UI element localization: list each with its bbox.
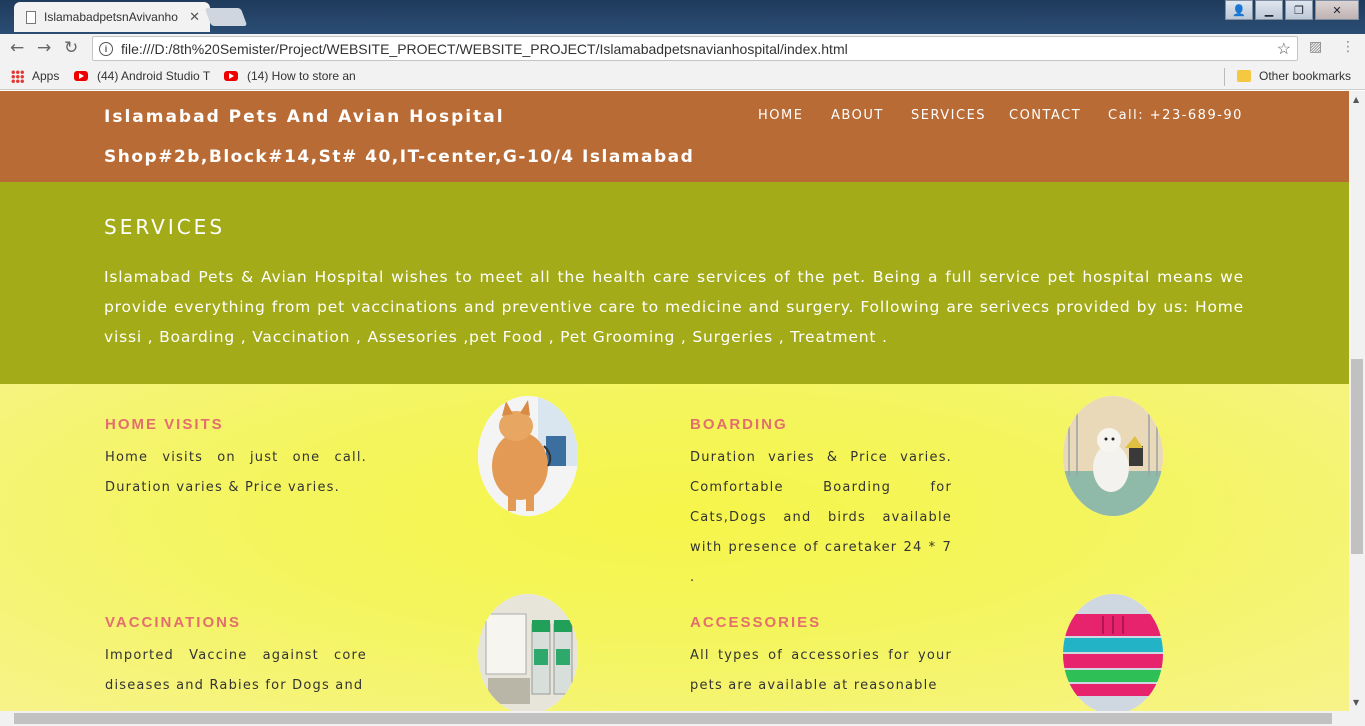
minimize-icon[interactable]: ▁: [1255, 0, 1283, 20]
services-description: Islamabad Pets & Avian Hospital wishes t…: [104, 268, 1244, 346]
pet-carriers-photo: [1063, 594, 1163, 711]
bookmark-label: Apps: [32, 69, 60, 83]
forward-arrow-icon[interactable]: →: [37, 38, 51, 58]
back-arrow-icon[interactable]: ←: [10, 38, 24, 58]
site-address: Shop#2b,Block#14,St# 40,IT-center,G-10/4…: [104, 147, 695, 167]
info-icon[interactable]: i: [99, 41, 113, 56]
new-tab-button[interactable]: [204, 8, 248, 26]
card-text-home-visits: Home visits on just one call. Duration v…: [105, 450, 367, 495]
card-title-home-visits: HOME VISITS: [105, 416, 224, 433]
services-section: SERVICES Islamabad Pets & Avian Hospital…: [0, 182, 1349, 384]
window-controls: 👤 ▁ ❐ ✕: [1223, 0, 1359, 20]
card-title-vaccinations: VACCINATIONS: [105, 614, 241, 631]
browser-toolbar: ← → ↻ i file:///D:/8th%20Semister/Projec…: [0, 34, 1365, 64]
user-profile-icon[interactable]: 👤: [1225, 0, 1253, 20]
other-bookmarks[interactable]: Other bookmarks: [1237, 69, 1351, 83]
url-text: file:///D:/8th%20Semister/Project/WEBSIT…: [121, 40, 848, 57]
scroll-up-arrow-icon[interactable]: ▲: [1353, 95, 1359, 104]
dog-in-kennel-photo: [1063, 396, 1163, 516]
card-text-accessories: All types of accessories for your pets a…: [690, 648, 952, 693]
card-text-boarding: Duration varies & Price varies. Comforta…: [690, 450, 952, 585]
services-title: SERVICES: [104, 215, 226, 239]
service-cards: HOME VISITS Home visits on just one call…: [0, 384, 1349, 711]
close-tab-icon[interactable]: ✕: [189, 9, 200, 25]
nav-about[interactable]: ABOUT: [831, 108, 884, 123]
youtube-icon: [224, 71, 238, 81]
nav-call[interactable]: Call: +23-689-90: [1108, 108, 1243, 123]
horizontal-scrollbar[interactable]: [0, 711, 1365, 726]
vertical-scrollbar[interactable]: ▲ ▼: [1349, 91, 1365, 711]
cat-with-vet-photo: [478, 396, 578, 516]
close-window-icon[interactable]: ✕: [1315, 0, 1359, 20]
reload-icon[interactable]: ↻: [64, 38, 78, 58]
folder-icon: [1237, 70, 1251, 82]
address-bar[interactable]: i file:///D:/8th%20Semister/Project/WEBS…: [92, 36, 1298, 61]
nav-services[interactable]: SERVICES: [911, 108, 986, 123]
site-header: Islamabad Pets And Avian Hospital Shop#2…: [0, 91, 1349, 182]
bookmark-label: (44) Android Studio T: [97, 69, 211, 83]
bookmarks-divider: [1224, 68, 1225, 86]
scroll-down-arrow-icon[interactable]: ▼: [1353, 698, 1359, 707]
bookmark-android-studio[interactable]: (44) Android Studio T: [74, 69, 210, 83]
menu-dots-icon[interactable]: ⋮: [1341, 39, 1355, 55]
nav-home[interactable]: HOME: [758, 108, 803, 123]
bookmark-label: (14) How to store an: [247, 69, 356, 83]
card-title-boarding: BOARDING: [690, 416, 788, 433]
document-icon: [26, 10, 36, 24]
browser-title-bar: IslamabadpetsnAvivanho ✕ 👤 ▁ ❐ ✕: [0, 0, 1365, 34]
site-brand[interactable]: Islamabad Pets And Avian Hospital: [104, 107, 505, 127]
bookmark-apps[interactable]: Apps: [11, 69, 59, 83]
apps-grid-icon: [11, 69, 24, 83]
page-viewport: Islamabad Pets And Avian Hospital Shop#2…: [0, 91, 1349, 711]
vaccine-vials-photo: [478, 594, 578, 711]
horizontal-scroll-thumb[interactable]: [14, 713, 1332, 724]
vertical-scroll-thumb[interactable]: [1351, 359, 1363, 554]
bookmark-star-icon[interactable]: ☆: [1277, 39, 1291, 59]
youtube-icon: [74, 71, 88, 81]
nav-contact[interactable]: CONTACT: [1009, 108, 1081, 123]
bookmark-how-to-store[interactable]: (14) How to store an: [224, 69, 356, 83]
pdf-extension-icon[interactable]: ▨: [1309, 39, 1322, 55]
bookmarks-bar: Apps (44) Android Studio T (14) How to s…: [0, 64, 1365, 90]
browser-tab[interactable]: IslamabadpetsnAvivanho ✕: [14, 2, 210, 32]
bookmark-label: Other bookmarks: [1259, 69, 1352, 83]
restore-icon[interactable]: ❐: [1285, 0, 1313, 20]
card-text-vaccinations: Imported Vaccine against core diseases a…: [105, 648, 367, 693]
card-title-accessories: ACCESSORIES: [690, 614, 822, 631]
tab-title: IslamabadpetsnAvivanho: [44, 10, 178, 24]
